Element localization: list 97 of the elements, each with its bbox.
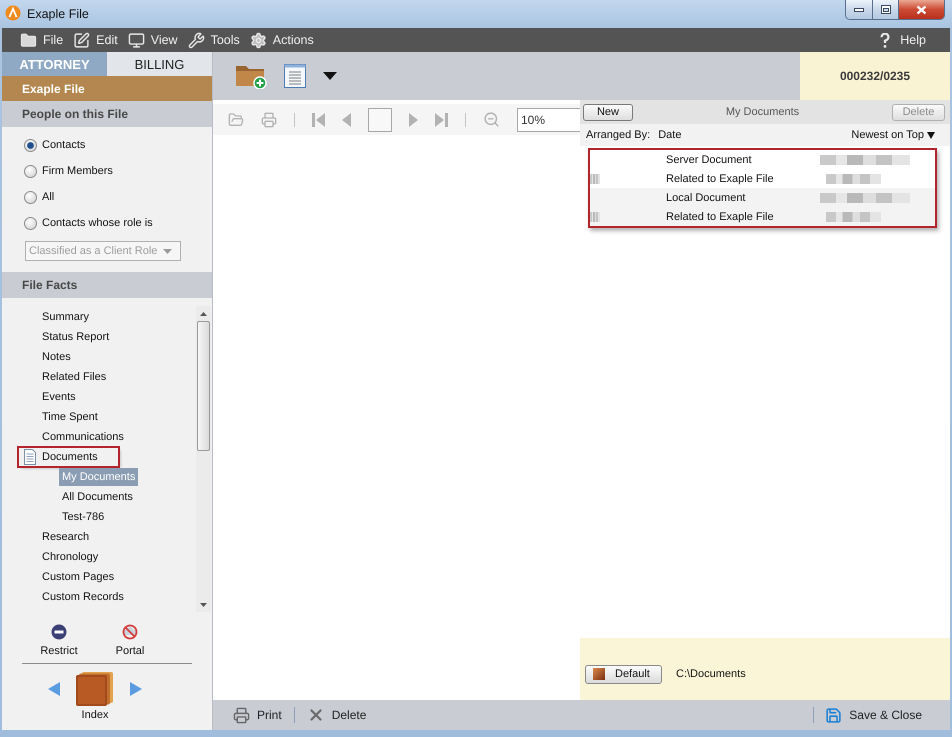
folder-icon[interactable]	[228, 112, 244, 128]
zoom-field[interactable]: 10%	[517, 108, 580, 132]
window-title: Exaple File	[27, 6, 89, 22]
maximize-button[interactable]	[872, 0, 898, 19]
previous-page-icon[interactable]	[342, 112, 351, 126]
radio-button[interactable]	[24, 216, 37, 230]
radio-button[interactable]	[24, 138, 37, 152]
document-item[interactable]: Local Document Related to Exaple File	[590, 188, 935, 226]
menu-item[interactable]: Tools	[188, 32, 240, 48]
folder-icon	[20, 32, 37, 48]
tree-item[interactable]: Related Files	[39, 368, 110, 386]
document-title: Local Document	[666, 192, 746, 204]
menu-item[interactable]: Help	[880, 32, 926, 48]
index-button[interactable]: Index	[76, 672, 114, 721]
arranged-by-label: Arranged By:	[586, 129, 650, 141]
app-logo-icon	[5, 5, 21, 21]
save-close-button[interactable]: Save & Close	[825, 706, 922, 724]
side-action-button[interactable]: Restrict	[24, 624, 94, 657]
new-button[interactable]: New	[583, 104, 633, 120]
pixelated-block	[826, 212, 881, 222]
scrollbar[interactable]	[196, 306, 211, 612]
next-page-icon[interactable]	[409, 112, 418, 126]
tree-item[interactable]: Time Spent	[39, 408, 101, 426]
scroll-up-icon[interactable]	[200, 312, 207, 316]
section-header: File Facts	[2, 272, 212, 298]
document-icon	[22, 449, 38, 465]
tree-item[interactable]: Research	[39, 528, 92, 546]
no-entry-icon	[51, 624, 67, 640]
radio-button[interactable]	[24, 190, 37, 204]
maximize-icon	[880, 5, 890, 14]
tree-item[interactable]: Communications	[39, 428, 127, 446]
tree-item[interactable]: Notes	[39, 348, 74, 366]
prohibited-icon	[121, 624, 139, 640]
close-icon	[916, 4, 927, 14]
default-button[interactable]: Default	[585, 664, 662, 684]
tree-item[interactable]: Chronology	[39, 548, 102, 566]
edit-icon	[73, 32, 90, 48]
radio-option[interactable]: Firm Members	[24, 158, 113, 184]
menu-item[interactable]: File	[20, 32, 64, 48]
document-item[interactable]: Server Document Related to Exaple File	[590, 150, 935, 188]
file-number: 000232/0235	[800, 52, 950, 100]
tree-item[interactable]: Custom Pages	[39, 568, 118, 586]
tree-item[interactable]: Events	[39, 388, 79, 406]
caret-down-icon[interactable]	[323, 72, 337, 80]
printer-icon	[233, 706, 250, 724]
tree-item[interactable]: Summary	[39, 308, 92, 326]
arrow-right-icon[interactable]	[130, 682, 142, 696]
document-subtitle: Related to Exaple File	[666, 172, 775, 184]
folder-path: C:\Documents	[676, 668, 746, 680]
menu-item[interactable]: View	[128, 32, 178, 48]
monitor-icon	[128, 32, 145, 48]
document-icon[interactable]	[284, 64, 306, 88]
settings-icon	[250, 32, 267, 48]
tree-item[interactable]: Documents	[19, 448, 118, 466]
folder-add-icon[interactable]	[235, 63, 267, 89]
minimize-button[interactable]	[846, 0, 872, 19]
scrollbar-thumb[interactable]	[197, 321, 210, 451]
pixelated-block	[590, 212, 600, 222]
panel-title: My Documents	[724, 106, 800, 118]
sort-dropdown[interactable]: Newest on Top	[851, 129, 935, 141]
radio-option[interactable]: Contacts whose role is	[24, 210, 153, 236]
document-title: Server Document	[666, 154, 753, 166]
page-number-field[interactable]	[368, 108, 392, 132]
radio-option[interactable]: Contacts	[24, 132, 86, 158]
tree-item[interactable]: Status Report	[39, 328, 112, 346]
radio-button[interactable]	[24, 164, 37, 178]
pixelated-block	[590, 174, 600, 184]
first-page-icon[interactable]	[312, 112, 325, 126]
section-header: People on this File	[2, 101, 212, 127]
radio-option[interactable]: All	[24, 184, 54, 210]
zoom-out-icon[interactable]	[483, 111, 500, 128]
tab[interactable]: BILLING	[107, 52, 212, 76]
square-icon	[593, 668, 605, 680]
wrench-icon	[188, 32, 205, 48]
tree-item[interactable]: Custom Records	[39, 588, 127, 606]
arrow-left-icon[interactable]	[48, 682, 60, 696]
menu-item[interactable]: Actions	[250, 32, 314, 48]
book-icon	[76, 672, 114, 706]
file-title-banner: Exaple File	[2, 76, 212, 101]
printer-icon[interactable]	[261, 112, 277, 128]
toolbar-button[interactable]: Print	[233, 706, 282, 724]
toolbar-button[interactable]: Delete	[306, 706, 366, 724]
close-button[interactable]	[898, 0, 944, 19]
caret-down-icon	[163, 248, 172, 254]
last-page-icon[interactable]	[435, 112, 448, 126]
pixelated-block	[826, 174, 881, 184]
menu-item[interactable]: Edit	[73, 32, 118, 48]
caret-down-icon	[927, 132, 935, 138]
help-icon	[880, 32, 890, 48]
side-action-button[interactable]: Portal	[95, 624, 165, 657]
tree-item[interactable]: All Documents	[59, 488, 136, 506]
minimize-icon	[854, 8, 864, 12]
scroll-down-icon[interactable]	[200, 602, 207, 606]
arranged-by-value: Date	[658, 129, 682, 141]
document-subtitle: Related to Exaple File	[666, 210, 775, 222]
tree-item[interactable]: Test-786	[59, 508, 108, 526]
save-icon	[825, 706, 842, 724]
